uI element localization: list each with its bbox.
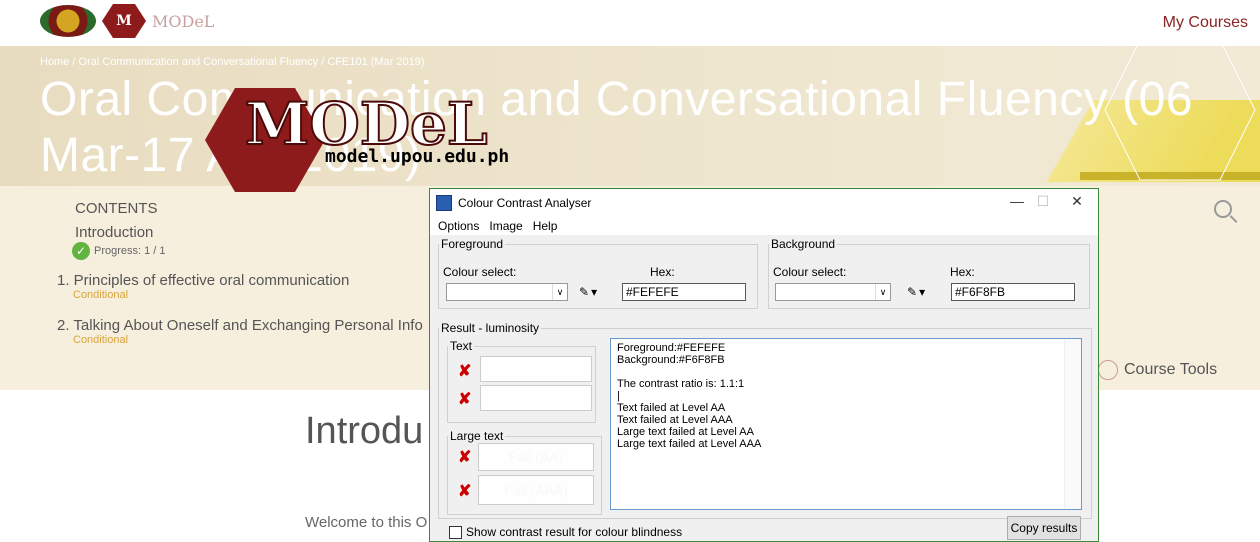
sidebar-item-introduction[interactable]: Introduction (75, 224, 153, 241)
menu-help[interactable]: Help (533, 219, 558, 233)
welcome-text: Welcome to this O (305, 514, 428, 531)
fg-hex-label: Hex: (650, 265, 675, 279)
large-text-aa-result: Fail (AA) (478, 443, 594, 471)
fg-colour-select-label: Colour select: (443, 265, 517, 279)
contents-heading: CONTENTS (75, 200, 158, 217)
progress-indicator: ✓ Progress: 1 / 1 (72, 242, 166, 260)
colour-contrast-analyser-window[interactable]: Colour Contrast Analyser — ☐ ✕ Options I… (429, 188, 1099, 542)
app-icon (436, 195, 452, 211)
sidebar-item-talking[interactable]: 2. Talking About Oneself and Exchanging … (57, 317, 423, 346)
text-aa-result (480, 356, 592, 382)
result-textarea[interactable]: Foreground:#FEFEFE Background:#F6F8FB Th… (610, 338, 1082, 510)
status-badge: Conditional (73, 289, 129, 301)
status-badge: Conditional (73, 334, 129, 346)
fg-colour-select[interactable]: ∨ (446, 283, 568, 301)
menu-options[interactable]: Options (438, 219, 479, 233)
large-text-aaa-result: Fail (AAA) (478, 475, 594, 505)
fg-hex-input[interactable]: #FEFEFE (622, 283, 746, 301)
maximize-button[interactable]: ☐ (1028, 193, 1058, 210)
dropdown-arrow-icon: ▾ (591, 285, 598, 299)
fg-eyedropper-button[interactable]: ✎ ▾ (579, 283, 609, 301)
section-heading: Introdu (305, 410, 424, 452)
menu-bar: Options Image Help (430, 217, 1098, 235)
colour-blindness-checkbox[interactable] (449, 525, 462, 539)
breadcrumb[interactable]: Home / Oral Communication and Conversati… (40, 56, 425, 68)
course-tools-button[interactable]: Course Tools (1098, 360, 1217, 380)
bg-hex-label: Hex: (950, 265, 975, 279)
sidebar-item-principles[interactable]: 1. Principles of effective oral communic… (57, 272, 349, 301)
scrollbar[interactable] (1064, 339, 1081, 509)
fail-icon: ✘ (458, 449, 472, 466)
eyedropper-icon: ✎ (579, 285, 590, 299)
site-logo[interactable]: M MODeL (40, 4, 214, 38)
dropdown-arrow-icon: ▾ (919, 285, 926, 299)
my-courses-link[interactable]: My Courses (1163, 14, 1248, 32)
bg-colour-select[interactable]: ∨ (775, 283, 891, 301)
bg-hex-input[interactable]: #F6F8FB (951, 283, 1075, 301)
bg-colour-select-label: Colour select: (773, 265, 847, 279)
university-seal-icon (40, 5, 96, 37)
check-icon: ✓ (72, 242, 90, 260)
fail-icon: ✘ (458, 483, 472, 500)
menu-image[interactable]: Image (489, 219, 522, 233)
logo-text: MODeL (152, 11, 215, 31)
search-icon[interactable] (1214, 200, 1232, 218)
progress-text: Progress: 1 / 1 (94, 245, 166, 257)
text-aaa-result (480, 385, 592, 411)
title-bar[interactable]: Colour Contrast Analyser — ☐ ✕ (430, 189, 1098, 217)
model-logo-icon: M (102, 4, 146, 38)
chevron-down-icon: ∨ (875, 284, 890, 300)
copy-results-button[interactable]: Copy results (1007, 516, 1081, 540)
colour-blindness-option[interactable]: Show contrast result for colour blindnes… (449, 525, 682, 539)
fail-icon: ✘ (458, 391, 472, 408)
bg-eyedropper-button[interactable]: ✎ ▾ (907, 283, 937, 301)
fail-icon: ✘ (458, 363, 472, 380)
tools-icon (1098, 360, 1118, 380)
eyedropper-icon: ✎ (907, 285, 918, 299)
chevron-down-icon: ∨ (552, 284, 567, 300)
window-title: Colour Contrast Analyser (458, 196, 592, 210)
close-button[interactable]: ✕ (1062, 193, 1092, 210)
